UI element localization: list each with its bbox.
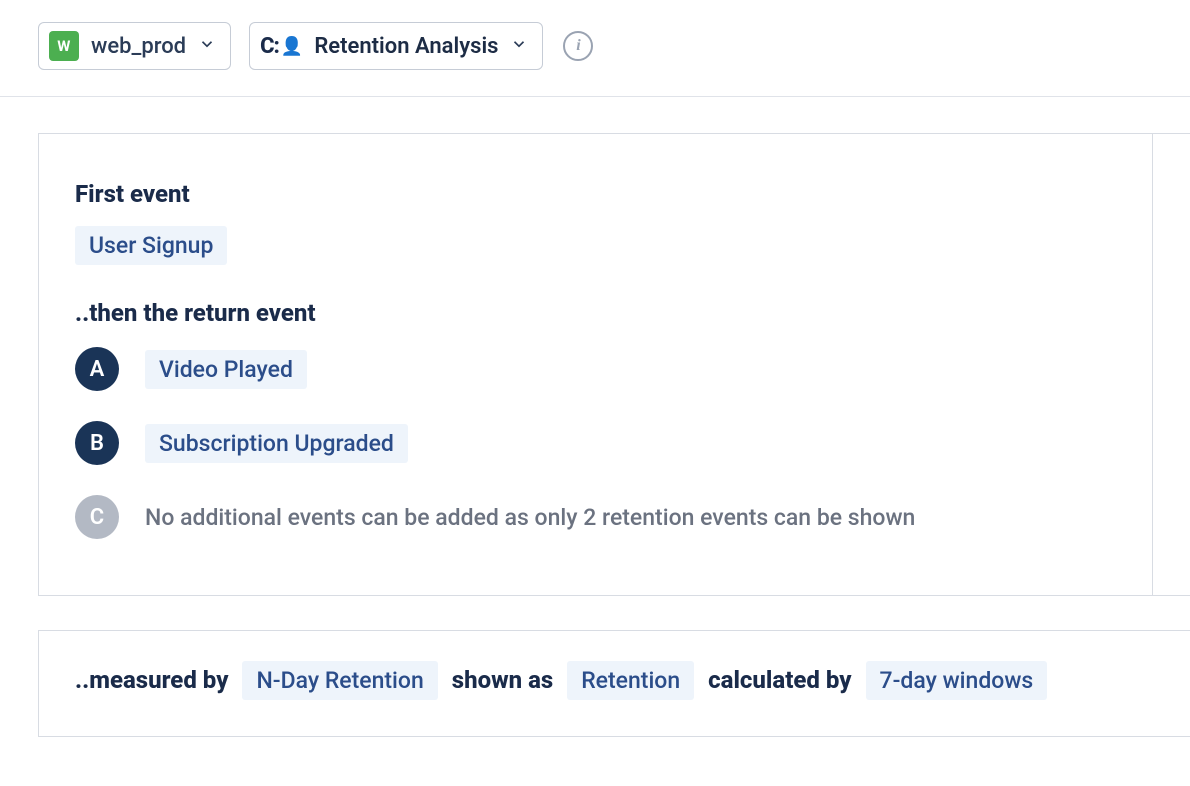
first-event-heading: First event [75, 180, 1142, 208]
project-badge: W [49, 31, 79, 61]
retention-chart-icon: C:👤 [260, 34, 302, 59]
shown-as-label: shown as [452, 666, 553, 694]
calculated-by-pill[interactable]: 7-day windows [866, 661, 1048, 700]
measurement-panel: ..measured by N-Day Retention shown as R… [38, 630, 1190, 737]
chevron-down-icon [198, 35, 216, 57]
shown-as-pill[interactable]: Retention [567, 661, 694, 700]
analysis-type-label: Retention Analysis [314, 34, 498, 59]
return-event-row-b: B Subscription Upgraded [75, 421, 1142, 465]
top-bar: W web_prod C:👤 Retention Analysis i [0, 0, 1190, 97]
main-area: First event User Signup ..then the retur… [0, 97, 1190, 737]
first-event-pill[interactable]: User Signup [75, 226, 227, 265]
event-letter-badge-disabled: C [75, 495, 119, 539]
analysis-type-selector[interactable]: C:👤 Retention Analysis [249, 22, 543, 70]
return-event-heading: ..then the return event [75, 299, 1142, 327]
right-panel-edge [1152, 134, 1190, 595]
return-event-pill[interactable]: Video Played [145, 350, 307, 389]
project-selector[interactable]: W web_prod [38, 22, 231, 70]
project-name-label: web_prod [91, 34, 186, 59]
measured-by-label: ..measured by [75, 666, 228, 694]
measured-by-pill[interactable]: N-Day Retention [242, 661, 437, 700]
info-icon[interactable]: i [563, 31, 593, 61]
disabled-slot-hint: No additional events can be added as onl… [145, 504, 915, 531]
calculated-by-label: calculated by [708, 666, 851, 694]
return-event-row-disabled: C No additional events can be added as o… [75, 495, 1142, 539]
event-letter-badge: A [75, 347, 119, 391]
chevron-down-icon [510, 35, 528, 57]
return-events-list: A Video Played B Subscription Upgraded C… [75, 347, 1142, 539]
events-config-panel: First event User Signup ..then the retur… [38, 133, 1190, 596]
return-event-pill[interactable]: Subscription Upgraded [145, 424, 408, 463]
event-letter-badge: B [75, 421, 119, 465]
return-event-row-a: A Video Played [75, 347, 1142, 391]
